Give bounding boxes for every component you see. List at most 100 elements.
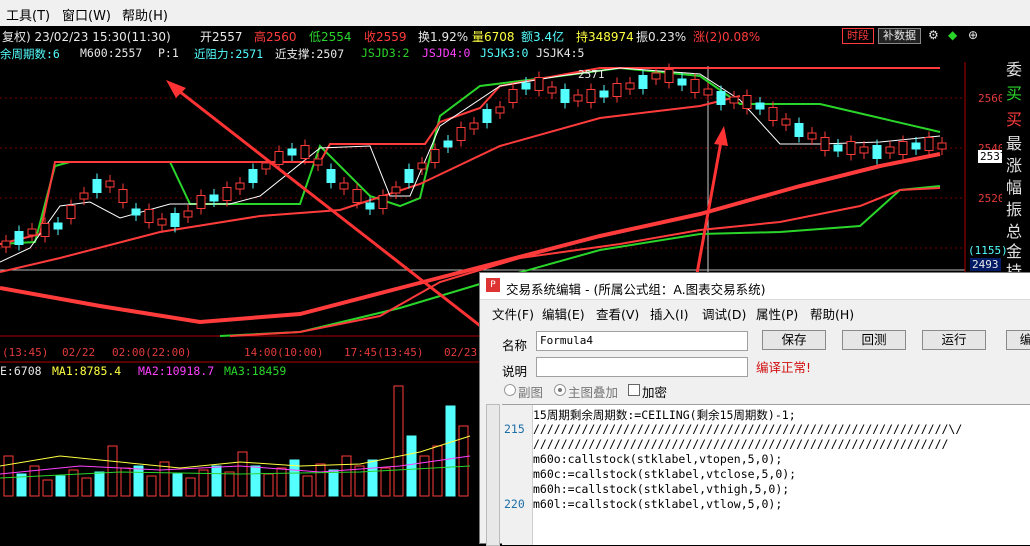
- line-number-215: 215: [504, 422, 525, 436]
- code-area[interactable]: 15周期剩余周期数:=CEILING(剩余15周期数)-1; /////////…: [533, 405, 1030, 545]
- volume-bar: [211, 465, 222, 497]
- stat-count: (1155): [968, 244, 1008, 257]
- volume-bar: [458, 425, 469, 497]
- name-field[interactable]: Formula4: [536, 331, 748, 351]
- candle-body: [248, 169, 258, 183]
- menu-tools[interactable]: 工具(T): [6, 5, 50, 24]
- subchart-label: 副图: [518, 385, 544, 400]
- encrypt-label: 加密: [642, 385, 668, 400]
- dialog-titlebar[interactable]: P 交易系统编辑 - (所属公式组：A.图表交易系统): [480, 273, 1030, 300]
- candle-body: [508, 89, 518, 103]
- volume-bar: [55, 475, 66, 497]
- code-line: m60o:callstock(stklabel,vtopen,5,0);: [533, 452, 783, 466]
- volume-bar: [393, 385, 404, 497]
- time-label-3: 02:00(22:00): [112, 346, 192, 359]
- candle-body: [690, 79, 700, 93]
- save-button[interactable]: 保存: [762, 330, 826, 350]
- candle-body: [287, 148, 297, 156]
- volume-bar: [107, 445, 118, 497]
- candle-body: [222, 187, 232, 201]
- candle-body: [157, 218, 167, 226]
- dmenu-file[interactable]: 文件(F): [492, 304, 534, 323]
- stat-value: 2493: [970, 258, 1001, 271]
- candle-body: [183, 210, 193, 218]
- dmenu-insert[interactable]: 插入(I): [650, 304, 688, 323]
- menu-window[interactable]: 窗口(W): [62, 5, 111, 24]
- candle-body: [794, 123, 804, 137]
- editor-scrollbar[interactable]: [486, 404, 500, 546]
- dmenu-debug[interactable]: 调试(D): [702, 304, 746, 323]
- volume-bar: [302, 475, 313, 497]
- candle-body: [703, 88, 713, 96]
- candle-body: [495, 106, 505, 114]
- candle-body: [534, 77, 544, 91]
- candle-body: [443, 140, 453, 148]
- volume-bar: [276, 467, 287, 497]
- candle-body: [378, 195, 388, 209]
- run-button[interactable]: 运行: [922, 330, 986, 350]
- main-overlay-label: 主图叠加: [568, 385, 619, 400]
- time-axis: (13:45) 02/22 02:00(22:00) 14:00(10:00) …: [0, 344, 480, 361]
- encrypt-checkbox[interactable]: [628, 384, 640, 396]
- candle-body: [742, 95, 752, 109]
- app-menubar: 工具(T) 窗口(W) 帮助(H): [0, 0, 1030, 27]
- rp-rise: 涨: [1006, 156, 1023, 175]
- time-label-4: 14:00(10:00): [244, 346, 324, 359]
- candle-body: [417, 162, 427, 170]
- desc-field[interactable]: [536, 357, 748, 377]
- time-label-1: (13:45): [2, 346, 49, 359]
- desc-label: 说明: [502, 364, 528, 379]
- vol-ma3: MA3:18459: [224, 364, 287, 378]
- line-number-220: 220: [504, 497, 525, 511]
- candle-body: [599, 90, 609, 98]
- candle-body: [755, 102, 765, 110]
- volume-bar: [328, 469, 339, 497]
- candle-body: [664, 69, 674, 83]
- dialog-menubar: 文件(F) 编辑(E) 查看(V) 插入(I) 调试(D) 属性(P) 帮助(H…: [480, 301, 1030, 323]
- candle-body: [313, 158, 323, 166]
- dmenu-view[interactable]: 查看(V): [596, 304, 639, 323]
- dmenu-help[interactable]: 帮助(H): [810, 304, 854, 323]
- candle-body: [521, 82, 531, 90]
- menu-help[interactable]: 帮助(H): [122, 5, 168, 24]
- volume-bar: [367, 459, 378, 497]
- volume-bar: [224, 471, 235, 497]
- backtest-button[interactable]: 回测: [842, 330, 906, 350]
- candle-body: [677, 78, 687, 86]
- compile-status: 编译正常!: [756, 360, 812, 375]
- dmenu-edit[interactable]: 编辑(E): [542, 304, 585, 323]
- rp-amp: 振: [1006, 200, 1023, 219]
- volume-bar: [133, 465, 144, 497]
- candle-body: [66, 205, 76, 219]
- volume-bar: [341, 455, 352, 497]
- candle-body: [859, 146, 869, 154]
- candle-body: [573, 94, 583, 102]
- dmenu-props[interactable]: 属性(P): [756, 304, 798, 323]
- code-line: 15周期剩余周期数:=CEILING(剩余15周期数)-1;: [533, 408, 796, 422]
- candle-body: [196, 195, 206, 209]
- volume-legend: E:6708 MA1:8785.4 MA2:10918.7 MA3:18459: [0, 362, 480, 380]
- formula-code-editor[interactable]: 215 220 15周期剩余周期数:=CEILING(剩余15周期数)-1; /…: [502, 404, 1030, 545]
- code-line: ////////////////////////////////////////…: [533, 437, 949, 451]
- radio-subchart[interactable]: [504, 384, 516, 396]
- candle-body: [79, 192, 89, 200]
- app-icon: P: [486, 278, 500, 292]
- time-label-2: 02/22: [62, 346, 96, 359]
- candle-body: [807, 132, 817, 140]
- candle-body: [27, 228, 37, 236]
- candle-body: [820, 137, 830, 151]
- candle-body: [911, 142, 921, 150]
- candle-body: [560, 89, 570, 103]
- peak-label: 2571: [578, 68, 605, 81]
- candle-body: [482, 109, 492, 123]
- candle-body: [638, 75, 648, 89]
- radio-main-overlay[interactable]: [554, 384, 566, 396]
- volume-bar: [380, 467, 391, 497]
- candle-body: [768, 107, 778, 121]
- volume-bar: [172, 473, 183, 497]
- rp-range: 幅: [1006, 178, 1023, 197]
- volume-bar: [315, 463, 326, 497]
- volume-bar: [42, 479, 53, 497]
- edit-button[interactable]: 编: [1006, 330, 1030, 350]
- time-label-6: 02/23: [444, 346, 478, 359]
